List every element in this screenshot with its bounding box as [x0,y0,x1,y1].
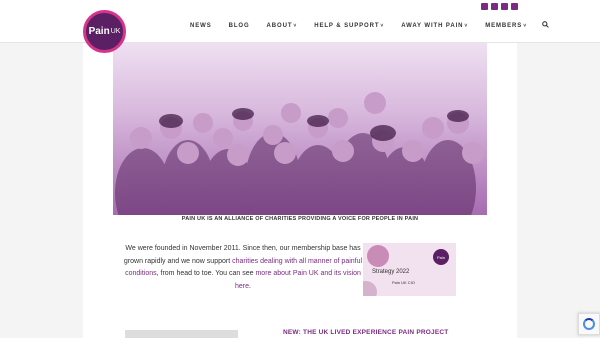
youtube-icon[interactable] [501,3,508,10]
strategy-subtitle: Pain UK CIO [392,280,415,285]
nav-about[interactable]: ABOUT˅ [267,23,298,29]
chevron-down-icon: ˅ [523,22,528,29]
nav-help-support[interactable]: HELP & SUPPORT˅ [314,23,384,29]
nav-members-label: MEMBERS [485,22,523,29]
nav-away-label: AWAY WITH PAIN [401,22,464,29]
strategy-logo-badge: Pain [433,249,449,265]
instagram-icon[interactable] [511,3,518,10]
nav-blog[interactable]: BLOG [229,23,250,29]
chevron-down-icon: ˅ [464,22,469,29]
main-nav: NEWS BLOG ABOUT˅ HELP & SUPPORT˅ AWAY WI… [190,21,549,30]
intro-text-3: . [249,282,251,290]
decorative-circle [367,245,389,267]
strategy-2022-card[interactable]: Pain Strategy 2022 Pain UK CIO [363,243,456,296]
recaptcha-badge[interactable] [578,313,600,335]
group-photo [115,92,484,215]
nav-about-label: ABOUT [266,22,293,29]
hero-image [113,43,487,215]
hero-caption: PAIN UK IS AN ALLIANCE OF CHARITIES PROV… [181,216,419,222]
nav-help-label: HELP & SUPPORT [314,22,380,29]
nav-news[interactable]: NEWS [190,23,212,29]
chevron-down-icon: ˅ [380,22,385,29]
project-thumbnail[interactable] [125,330,238,338]
facebook-icon[interactable] [481,3,488,10]
pain-uk-logo[interactable]: Pain UK [83,10,126,53]
chevron-down-icon: ˅ [293,22,298,29]
nav-away-with-pain[interactable]: AWAY WITH PAIN˅ [401,23,468,29]
twitter-icon[interactable] [491,3,498,10]
logo-text: Pain [88,26,110,37]
logo-suffix: UK [110,28,121,35]
decorative-circle [363,281,377,296]
intro-paragraph: We were founded in November 2011. Since … [123,243,363,293]
recaptcha-icon [583,318,595,330]
nav-news-label: NEWS [190,22,212,29]
strategy-title: Strategy 2022 [372,269,410,275]
main-content: PAIN UK IS AN ALLIANCE OF CHARITIES PROV… [83,43,517,338]
intro-text-2: , from head to toe. You can see [156,270,256,277]
nav-blog-label: BLOG [228,22,250,29]
social-links [481,3,518,10]
nav-members[interactable]: MEMBERS˅ [485,23,527,29]
project-heading[interactable]: NEW: THE UK LIVED EXPERIENCE PAIN PROJEC… [283,329,448,336]
search-icon[interactable] [542,21,549,30]
